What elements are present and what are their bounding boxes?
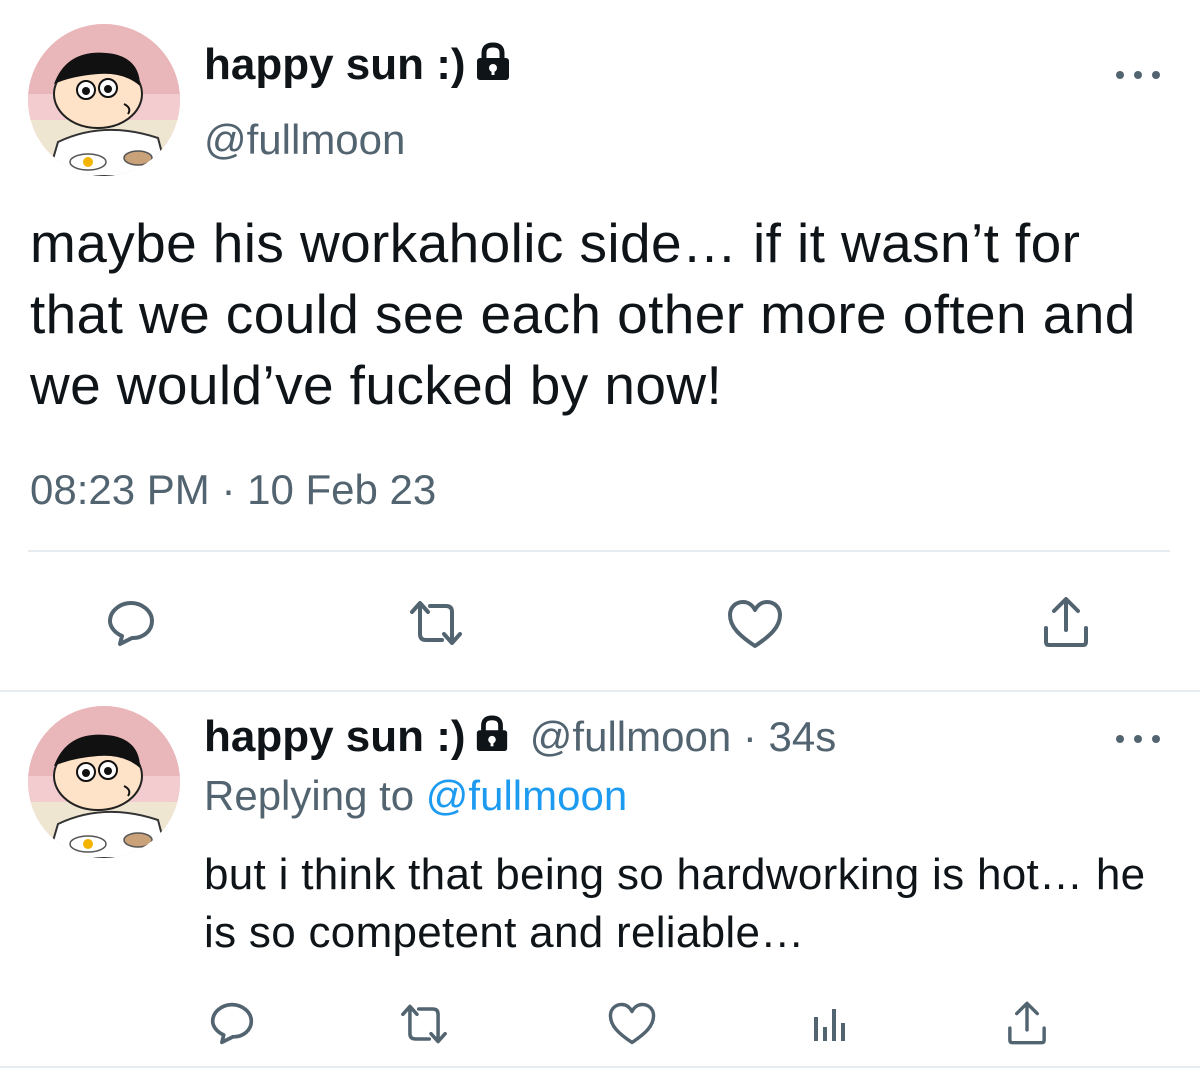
mention-link[interactable]: @fullmoon: [426, 772, 627, 819]
share-icon[interactable]: [1002, 998, 1052, 1048]
display-name[interactable]: happy sun :): [204, 712, 466, 761]
display-name[interactable]: happy sun :): [204, 40, 512, 93]
divider: [0, 1066, 1200, 1068]
retweet-icon[interactable]: [406, 598, 466, 648]
avatar[interactable]: [28, 706, 180, 858]
retweet-icon[interactable]: [396, 1002, 452, 1046]
share-icon[interactable]: [1038, 594, 1094, 650]
timestamp[interactable]: 08:23 PM · 10 Feb 23: [30, 466, 436, 514]
analytics-icon[interactable]: [804, 1000, 852, 1046]
reply-icon[interactable]: [208, 1000, 256, 1046]
replying-to: Replying to @fullmoon: [204, 772, 628, 819]
more-options-icon[interactable]: [1116, 68, 1160, 82]
avatar[interactable]: [28, 24, 180, 176]
reply-icon[interactable]: [104, 596, 158, 650]
reply-text: but i think that being so hardworking is…: [204, 850, 1146, 957]
reply-header: happy sun :) @fullmoon · 34s: [204, 712, 836, 764]
more-options-icon[interactable]: [1116, 732, 1160, 746]
like-icon[interactable]: [606, 1000, 658, 1046]
lock-icon: [474, 714, 510, 764]
tweet-text: maybe his workaholic side… if it wasn’t …: [30, 212, 1136, 416]
divider: [0, 690, 1200, 692]
handle-and-time[interactable]: @fullmoon · 34s: [530, 713, 836, 760]
handle[interactable]: @fullmoon: [204, 116, 405, 164]
lock-icon: [474, 42, 512, 93]
like-icon[interactable]: [726, 598, 784, 650]
divider: [28, 550, 1170, 552]
